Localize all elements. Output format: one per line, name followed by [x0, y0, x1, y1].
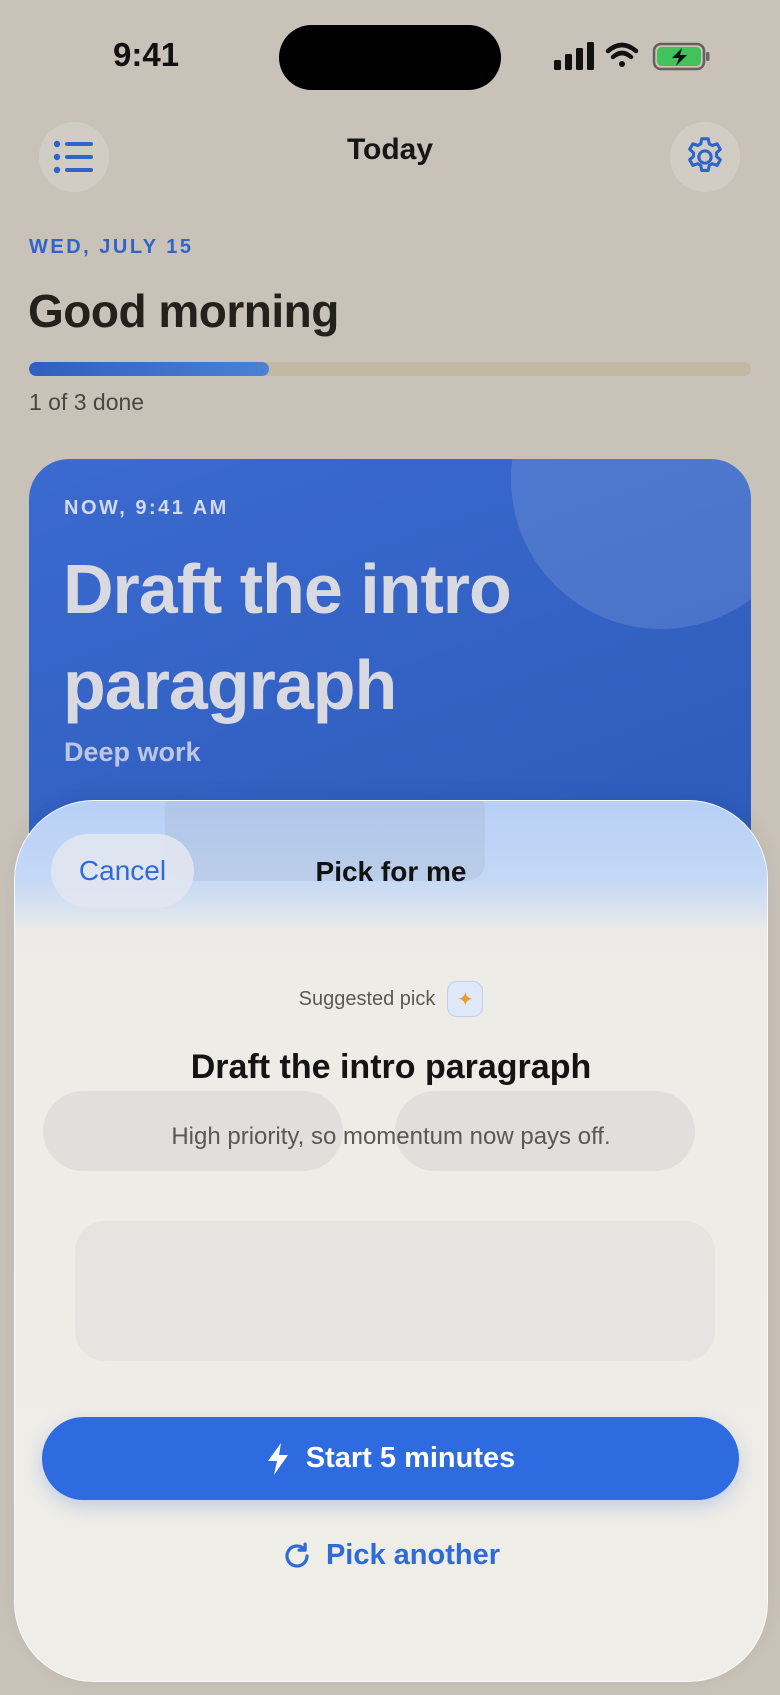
wifi-icon [605, 42, 639, 67]
daily-progress-fill [29, 362, 270, 376]
sheet-title: Pick for me [315, 856, 467, 887]
pick-another-label: Pick another [325, 1539, 501, 1571]
dynamic-island [279, 25, 501, 90]
status-time: 9:41 [113, 36, 180, 73]
gear-icon [688, 137, 722, 172]
blurred-backdrop [75, 1221, 715, 1361]
date-label: WED, JULY 15 [29, 236, 194, 258]
pick-for-me-sheet: Cancel Pick for me Suggested pick ✦ Draf… [14, 800, 768, 1682]
suggestion-reason: High priority, so momentum now pays off. [171, 1123, 611, 1150]
status-icons [554, 42, 710, 71]
start-button-label: Start 5 minutes [305, 1442, 516, 1474]
suggested-task-title: Draft the intro paragraph [190, 1048, 592, 1086]
top-nav: Today [0, 110, 780, 230]
progress-text: 1 of 3 done [29, 389, 145, 415]
sparkle-icon: ✦ [447, 981, 484, 1017]
cellular-signal-icon [554, 42, 594, 70]
settings-button[interactable] [670, 122, 740, 192]
bolt-icon [267, 1442, 288, 1475]
task-category: Deep work [64, 737, 201, 767]
nav-title: Today [346, 133, 434, 166]
status-bar: 9:41 [0, 0, 780, 110]
refresh-icon [285, 1542, 309, 1568]
greeting-heading: Good morning [28, 285, 339, 337]
suggested-pick-label: Suggested pick [298, 987, 436, 1010]
task-time-label: NOW, 9:41 AM [64, 497, 229, 519]
suggested-pick-row: Suggested pick ✦ [15, 981, 767, 1017]
battery-charging-icon [652, 42, 710, 71]
daily-progress-bar [29, 362, 751, 376]
task-title: Draft the intro paragraph [63, 550, 512, 724]
pick-another-button[interactable]: Pick another [15, 1539, 767, 1572]
start-5-minutes-button[interactable]: Start 5 minutes [42, 1417, 739, 1500]
